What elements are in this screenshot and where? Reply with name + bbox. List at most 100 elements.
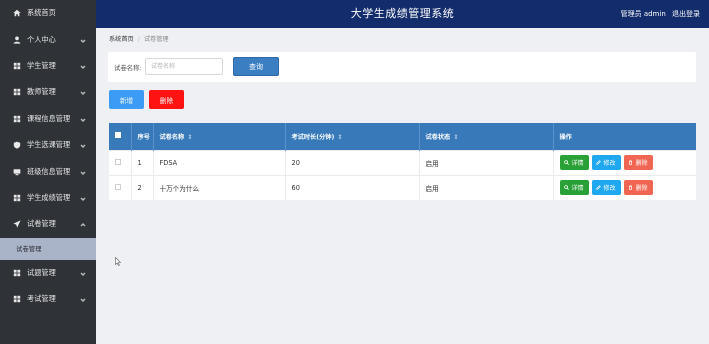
table-row: 2 十万个为什么 60 启用 详情 修改 删除	[109, 174, 696, 200]
detail-button[interactable]: 详情	[559, 155, 589, 170]
delete-button[interactable]: 删除	[623, 155, 653, 170]
sort-icon[interactable]: ⇕	[337, 134, 342, 141]
sidebar-item-home[interactable]: 系统首页	[0, 0, 96, 26]
grid-icon	[12, 295, 21, 304]
row-select-cell	[109, 174, 132, 200]
exam-paper-table: 序号 试卷名称 ⇕ 考试时长(分钟) ⇕ 试卷状态 ⇕ 操作 1 FDSA 20 启用…	[109, 123, 696, 200]
sidebar-item-course-selection-management[interactable]: 学生选课管理	[0, 132, 96, 158]
edit-button[interactable]: 修改	[591, 180, 621, 196]
grid-icon	[12, 61, 21, 70]
edit-label: 修改	[603, 160, 616, 167]
row-checkbox[interactable]	[115, 183, 121, 190]
sidebar-item-personal-center[interactable]: 个人中心	[0, 26, 96, 52]
column-label: 试卷状态	[425, 133, 451, 141]
search-panel: 试卷名称: 查询	[108, 52, 696, 82]
table-row: 1 FDSA 20 启用 详情 修改 删除	[109, 149, 696, 175]
chevron-down-icon	[80, 116, 86, 122]
batch-delete-button[interactable]: 删除	[149, 90, 184, 109]
row-status: 启用	[419, 149, 554, 175]
chevron-down-icon	[80, 195, 86, 201]
sidebar-item-label: 学生选课管理	[27, 140, 71, 150]
row-duration: 60	[285, 174, 420, 200]
row-actions: 详情 修改 删除	[553, 174, 696, 200]
column-header-actions: 操作	[553, 123, 696, 150]
breadcrumb-separator: /	[137, 36, 140, 43]
sidebar-item-label: 学生成绩管理	[27, 192, 71, 202]
column-label: 操作	[559, 133, 572, 141]
top-header: 大学生成绩管理系统 管理员 admin 退出登录	[96, 0, 709, 28]
row-status: 启用	[419, 174, 554, 200]
chevron-down-icon	[80, 37, 86, 43]
sidebar-item-student-management[interactable]: 学生管理	[0, 53, 96, 79]
column-label: 序号	[137, 133, 150, 141]
sidebar-item-class-info-management[interactable]: 班级信息管理	[0, 158, 96, 184]
sidebar-item-course-info-management[interactable]: 课程信息管理	[0, 106, 96, 132]
sidebar-item-label: 试题管理	[27, 267, 56, 277]
row-paper-name: 十万个为什么	[153, 174, 286, 200]
edit-button[interactable]: 修改	[591, 155, 621, 170]
row-checkbox[interactable]	[115, 158, 121, 165]
sidebar-item-label: 课程信息管理	[27, 113, 71, 123]
row-index: 1	[131, 149, 154, 175]
column-header-name[interactable]: 试卷名称 ⇕	[153, 123, 286, 150]
paper-name-search-input[interactable]	[145, 58, 223, 75]
search-icon	[564, 185, 570, 191]
chevron-down-icon	[80, 142, 86, 149]
sidebar-item-exam-management[interactable]: 考试管理	[0, 286, 96, 312]
edit-icon	[596, 160, 602, 165]
sidebar-item-label: 个人中心	[27, 34, 56, 44]
grid-icon	[12, 268, 21, 277]
sidebar-item-label: 学生管理	[27, 60, 56, 70]
mouse-cursor-icon	[115, 257, 121, 266]
breadcrumb-home[interactable]: 系统首页	[109, 36, 134, 43]
delete-label: 删除	[635, 160, 648, 167]
add-button[interactable]: 新增	[109, 90, 144, 109]
search-icon	[564, 160, 570, 165]
column-header-status[interactable]: 试卷状态 ⇕	[419, 123, 554, 150]
breadcrumb-current: 试卷管理	[143, 36, 169, 43]
sidebar-item-question-management[interactable]: 试题管理	[0, 260, 96, 286]
edit-icon	[596, 185, 602, 190]
delete-label: 删除	[635, 185, 648, 193]
sidebar-item-label: 考试管理	[27, 294, 56, 304]
grid-icon	[12, 114, 21, 123]
user-icon	[12, 35, 21, 44]
chevron-down-icon	[80, 63, 86, 69]
sidebar-subitem-exam-paper[interactable]: 试卷管理	[0, 237, 96, 260]
select-all-checkbox[interactable]	[115, 132, 121, 139]
sidebar-item-teacher-management[interactable]: 教师管理	[0, 79, 96, 105]
sidebar-item-label: 系统首页	[27, 8, 56, 18]
send-icon	[12, 220, 21, 229]
row-actions: 详情 修改 删除	[553, 149, 696, 175]
column-label: 考试时长(分钟)	[291, 133, 335, 141]
chevron-down-icon	[80, 169, 86, 175]
edit-label: 修改	[603, 185, 616, 193]
row-paper-name: FDSA	[153, 149, 286, 175]
column-label: 试卷名称	[159, 133, 185, 141]
chevron-up-icon	[80, 221, 86, 227]
admin-user-label: 管理员 admin	[620, 10, 666, 18]
column-header-duration[interactable]: 考试时长(分钟) ⇕	[285, 123, 420, 150]
logout-link[interactable]: 退出登录	[672, 10, 700, 18]
header-user-area: 管理员 admin 退出登录	[617, 0, 700, 28]
detail-button[interactable]: 详情	[559, 180, 589, 196]
breadcrumb: 系统首页 / 试卷管理	[109, 34, 169, 43]
sidebar: 系统首页 个人中心 学生管理 教师管理 课程信息管理 学生选课管理 班级信息管理…	[0, 0, 96, 344]
delete-button[interactable]: 删除	[623, 180, 653, 196]
sidebar-item-grade-management[interactable]: 学生成绩管理	[0, 185, 96, 211]
grid-icon	[12, 193, 21, 202]
table-header-row: 序号 试卷名称 ⇕ 考试时长(分钟) ⇕ 试卷状态 ⇕ 操作	[109, 123, 696, 150]
chevron-down-icon	[80, 270, 86, 276]
sort-icon[interactable]: ⇕	[453, 134, 458, 141]
column-header-index: 序号	[131, 123, 154, 150]
query-button[interactable]: 查询	[233, 57, 279, 76]
home-icon	[12, 9, 21, 18]
sort-icon[interactable]: ⇕	[187, 134, 192, 141]
sidebar-item-exam-paper-management[interactable]: 试卷管理	[0, 211, 96, 237]
sidebar-item-label: 班级信息管理	[27, 166, 71, 176]
row-duration: 20	[285, 149, 420, 175]
trash-icon	[629, 160, 633, 165]
select-all-cell	[109, 123, 132, 150]
detail-label: 详情	[571, 185, 584, 193]
chevron-down-icon	[80, 296, 86, 303]
